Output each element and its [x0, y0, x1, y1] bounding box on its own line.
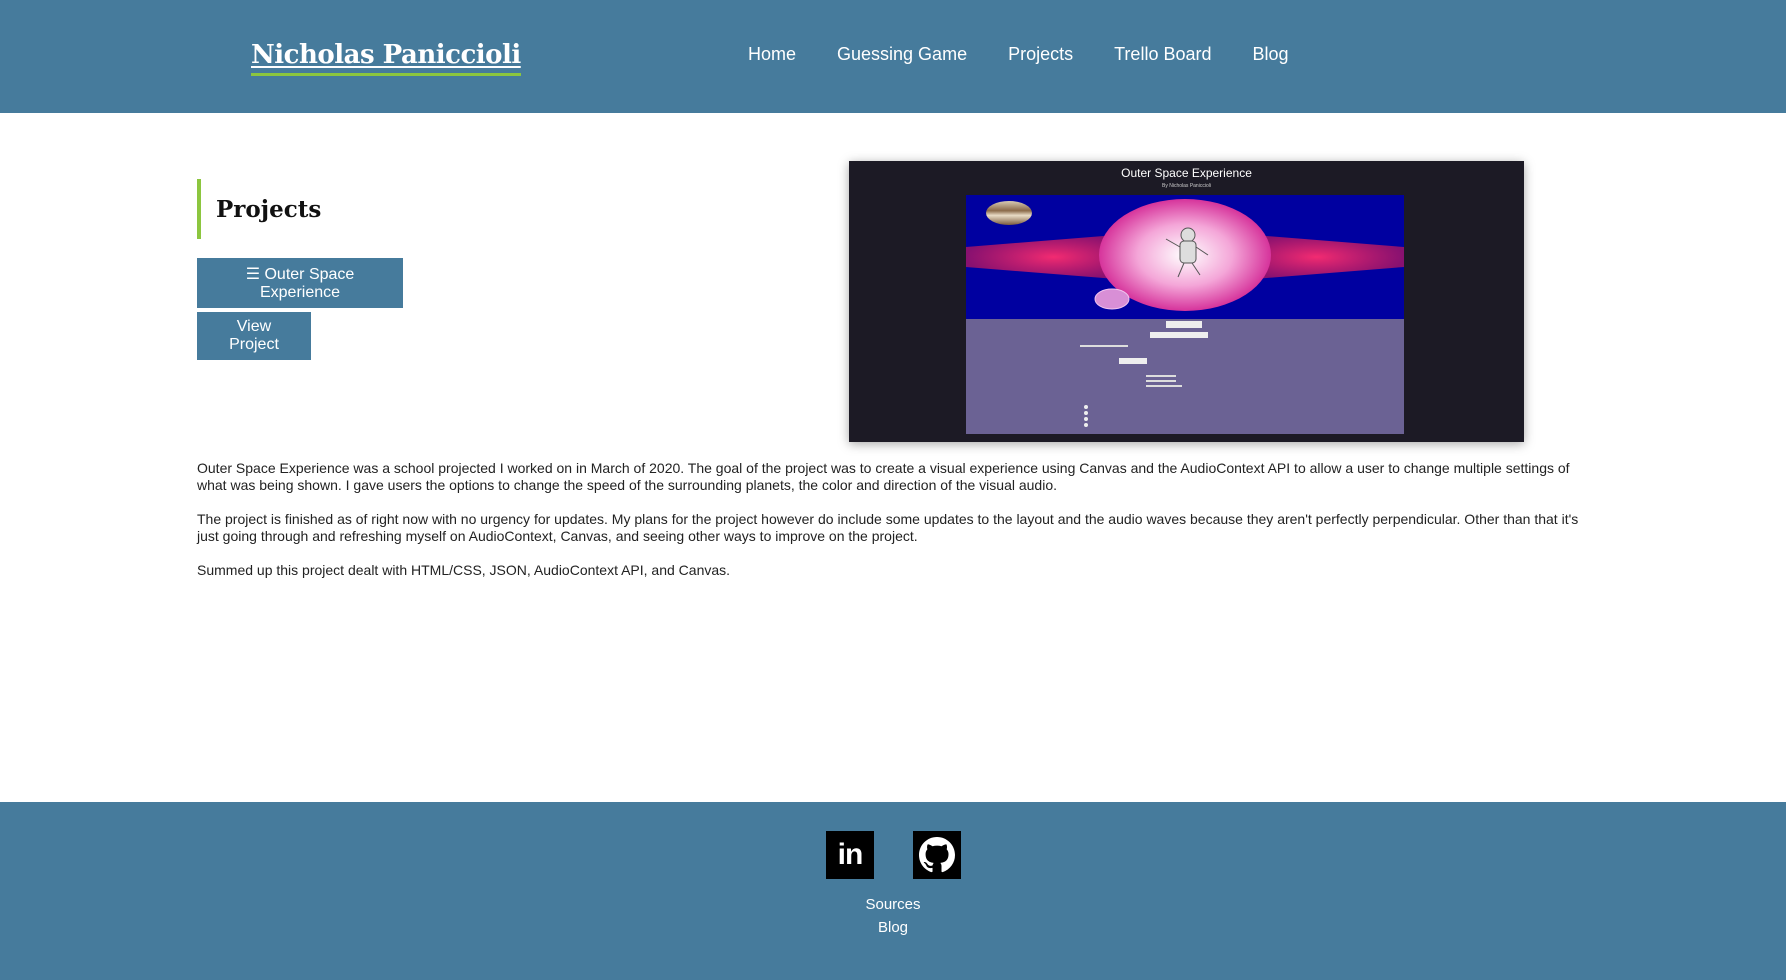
- screenshot-canvas: [966, 195, 1404, 319]
- space-visual: [966, 199, 1404, 311]
- description-paragraph: Outer Space Experience was a school proj…: [197, 460, 1570, 493]
- description-paragraph: The project is finished as of right now …: [197, 511, 1579, 544]
- pink-small-planet: [1094, 288, 1130, 310]
- brown-planet: [986, 201, 1032, 225]
- nav-guessing-game[interactable]: Guessing Game: [837, 44, 967, 65]
- site-header: Nicholas Paniccioli Home Guessing Game P…: [0, 0, 1786, 113]
- preview-button: [1166, 321, 1202, 328]
- nav-home[interactable]: Home: [748, 44, 796, 65]
- nav-projects[interactable]: Projects: [1008, 44, 1073, 65]
- nav-trello-board[interactable]: Trello Board: [1114, 44, 1211, 65]
- linkedin-icon[interactable]: in: [826, 831, 874, 879]
- site-footer: in Sources Blog: [0, 802, 1786, 980]
- site-title[interactable]: Nicholas Paniccioli: [251, 40, 521, 76]
- project-screenshot: Outer Space Experience By Nicholas Panic…: [849, 161, 1524, 442]
- footer-sources-link[interactable]: Sources: [0, 896, 1786, 913]
- view-project-button[interactable]: View Project: [197, 312, 311, 360]
- github-icon[interactable]: [913, 831, 961, 879]
- controls-preview: [1080, 321, 1208, 427]
- page-title: Projects: [197, 179, 321, 239]
- project-dropdown-button[interactable]: ☰ Outer Space Experience: [197, 258, 403, 308]
- github-mark: [919, 837, 955, 873]
- preview-slider: [1080, 345, 1128, 347]
- description-paragraph: Summed up this project dealt with HTML/C…: [197, 562, 731, 578]
- preview-color-select: [1119, 358, 1147, 364]
- screenshot-title: Outer Space Experience: [1121, 166, 1252, 180]
- preview-select: [1150, 332, 1208, 338]
- main-nav: Home Guessing Game Projects Trello Board…: [748, 44, 1330, 65]
- screenshot-controls-panel: [966, 319, 1404, 434]
- nav-blog[interactable]: Blog: [1252, 44, 1288, 65]
- screenshot-subtitle: By Nicholas Paniccioli: [1162, 183, 1211, 189]
- footer-blog-link[interactable]: Blog: [0, 919, 1786, 936]
